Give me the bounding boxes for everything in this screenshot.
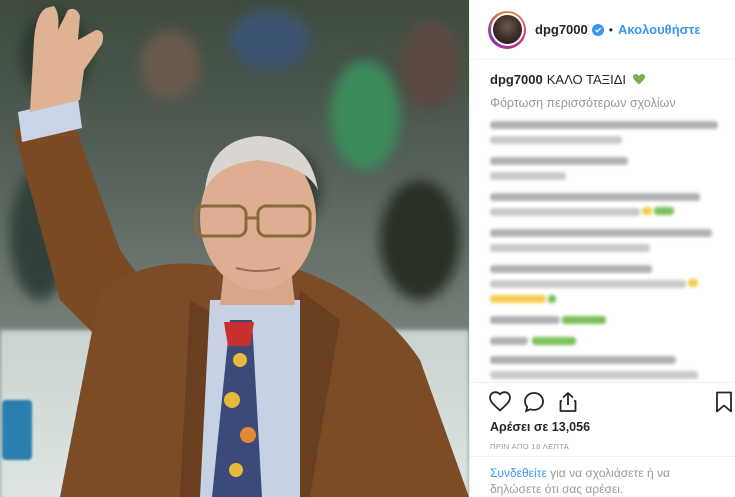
blurred-comment <box>490 157 628 165</box>
blurred-comment <box>490 337 528 345</box>
load-more-comments[interactable]: Φόρτωση περισσότερων σχολίων <box>490 96 676 110</box>
blurred-emoji <box>654 207 674 215</box>
blurred-comment <box>490 371 698 379</box>
blurred-comment <box>490 136 622 144</box>
post-timestamp[interactable]: ΠΡΙΝ ΑΠΟ 18 ΛΕΠΤΑ <box>490 442 569 451</box>
blurred-emoji <box>642 207 652 215</box>
username-link[interactable]: dpg7000 <box>535 22 588 37</box>
blurred-comment <box>490 244 650 252</box>
post-caption: dpg7000 ΚΑΛΟ ΤΑΞΙΔΙ <box>490 72 645 87</box>
likes-count[interactable]: Αρέσει σε 13,056 <box>490 420 590 434</box>
login-prompt: Συνδεθείτε για να σχολιάσετε ή να δηλώσε… <box>470 456 735 497</box>
green-heart-icon <box>632 74 645 85</box>
blurred-comment <box>490 265 652 273</box>
blurred-comment <box>490 356 676 364</box>
separator-dot: • <box>608 22 613 37</box>
blurred-emoji <box>490 295 546 303</box>
post-header: dpg7000 • Ακολουθήστε <box>470 0 735 60</box>
login-link[interactable]: Συνδεθείτε <box>490 466 547 480</box>
blurred-comment <box>490 280 686 288</box>
blurred-emoji <box>548 295 556 303</box>
blurred-comment <box>490 193 700 201</box>
man-waving-figure <box>14 6 469 497</box>
avatar-image <box>490 13 524 46</box>
blurred-emoji <box>532 337 576 345</box>
share-icon[interactable] <box>556 390 580 414</box>
post-photo <box>0 0 469 497</box>
blurred-emoji <box>688 279 698 287</box>
heart-icon[interactable] <box>488 390 512 414</box>
comment-icon[interactable] <box>522 390 546 414</box>
follow-button[interactable]: Ακολουθήστε <box>618 22 701 37</box>
post-actions-bar <box>470 382 735 416</box>
blurred-comment <box>490 208 640 216</box>
post-sidebar: dpg7000 • Ακολουθήστε dpg7000 ΚΑΛΟ ΤΑΞΙΔΙ… <box>469 0 735 497</box>
bookmark-icon[interactable] <box>714 390 734 414</box>
avatar[interactable] <box>488 10 526 49</box>
blurred-comment <box>490 121 718 129</box>
caption-username[interactable]: dpg7000 <box>490 72 543 87</box>
blurred-emoji <box>562 316 606 324</box>
blurred-comment <box>490 229 712 237</box>
verified-icon <box>591 23 604 36</box>
blurred-comment <box>490 316 560 324</box>
blurred-comment <box>490 172 566 180</box>
caption-text: ΚΑΛΟ ΤΑΞΙΔΙ <box>546 72 626 87</box>
